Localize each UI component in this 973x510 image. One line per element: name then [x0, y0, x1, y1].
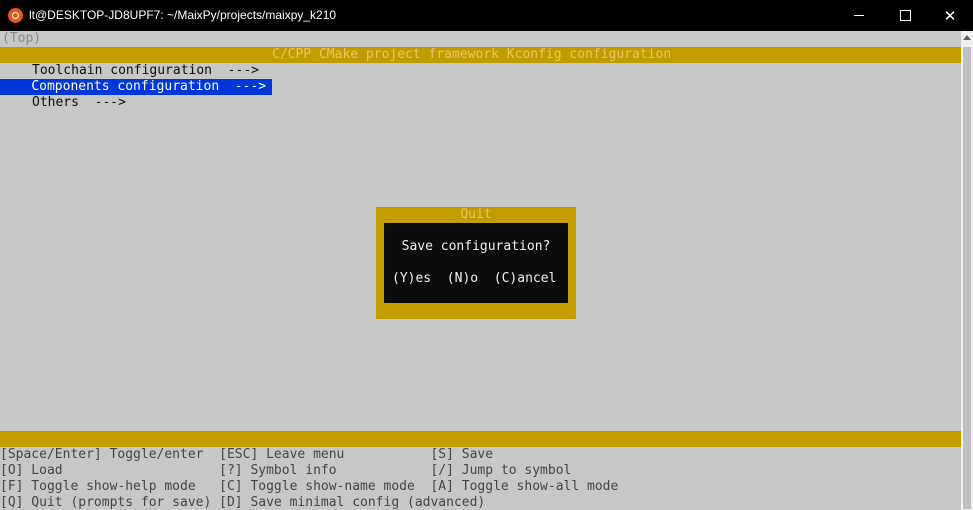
menu-item-toolchain[interactable]: Toolchain configuration ---> — [32, 63, 259, 79]
menu-item-components[interactable]: Components configuration ---> — [0, 79, 272, 95]
cancel-button[interactable]: (C)ancel — [494, 271, 557, 286]
window-titlebar: lt@DESKTOP-JD8UPF7: ~/MaixPy/projects/ma… — [0, 0, 973, 31]
close-button[interactable]: ✕ — [927, 0, 973, 31]
help-line: [F] Toggle show-help mode [C] Toggle sho… — [0, 479, 619, 494]
maximize-icon — [899, 10, 911, 21]
dialog-title: Quit — [460, 207, 492, 222]
ubuntu-icon — [8, 8, 23, 23]
footer-bar — [0, 431, 961, 447]
help-line: [Space/Enter] Toggle/enter [ESC] Leave m… — [0, 447, 494, 462]
scroll-thumb[interactable] — [963, 47, 971, 509]
yes-button[interactable]: (Y)es — [392, 271, 431, 286]
minimize-button[interactable] — [836, 0, 882, 31]
scroll-up-icon[interactable] — [963, 35, 971, 40]
close-icon: ✕ — [943, 7, 957, 25]
terminal-area[interactable]: (Top) C/CPP CMake project framework Kcon… — [0, 31, 961, 510]
help-line: [O] Load [?] Symbol info [/] Jump to sym… — [0, 463, 572, 478]
dialog-body: Save configuration? (Y)es (N)o (C)ancel — [384, 223, 568, 303]
quit-dialog: Quit Save configuration? (Y)es (N)o (C)a… — [376, 207, 576, 319]
minimize-icon — [854, 15, 864, 16]
menu-item-components-label: Components configuration ---> — [31, 79, 267, 94]
page-title: C/CPP CMake project framework Kconfig co… — [272, 47, 672, 62]
menu-item-others[interactable]: Others ---> — [32, 95, 126, 111]
maximize-button[interactable] — [882, 0, 928, 31]
window-title: lt@DESKTOP-JD8UPF7: ~/MaixPy/projects/ma… — [29, 8, 337, 22]
breadcrumb: (Top) — [2, 31, 42, 46]
dialog-options: (Y)es (N)o (C)ancel — [392, 271, 568, 287]
dialog-question: Save configuration? — [401, 239, 551, 254]
vertical-scrollbar[interactable] — [961, 31, 973, 510]
no-button[interactable]: (N)o — [447, 271, 478, 286]
help-line: [Q] Quit (prompts for save) [D] Save min… — [0, 495, 486, 510]
